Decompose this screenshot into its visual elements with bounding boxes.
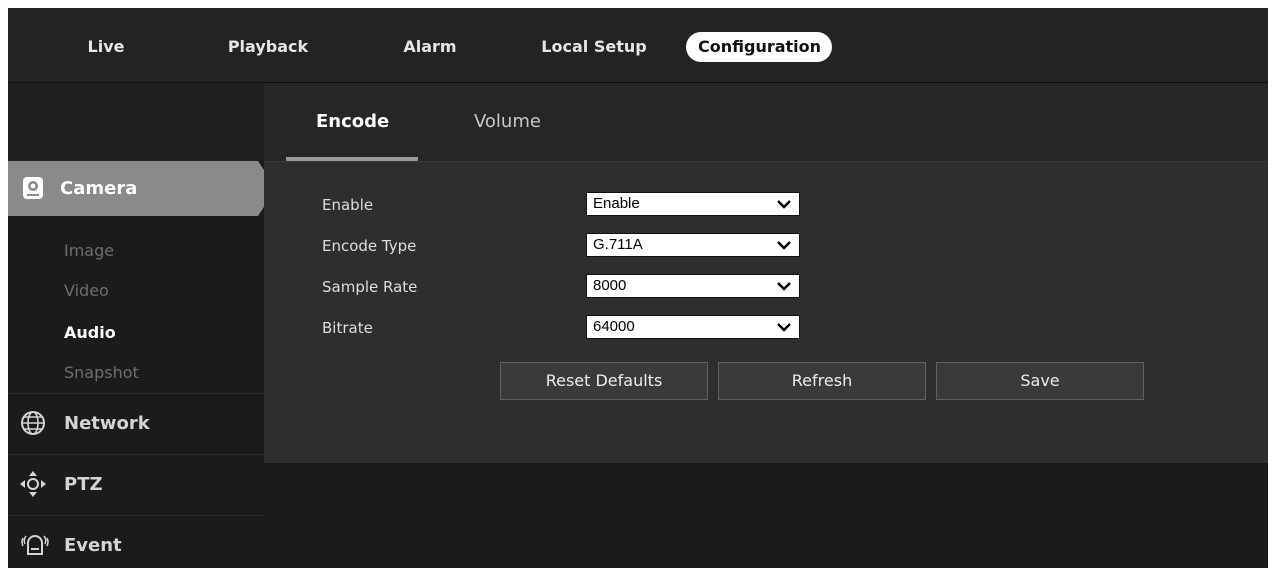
nav-playback[interactable]: Playback: [218, 32, 318, 62]
alarm-bell-icon: [21, 535, 49, 555]
bitrate-select-value: 64000: [593, 318, 635, 335]
nav-alarm[interactable]: Alarm: [390, 32, 470, 62]
chevron-down-icon: [777, 200, 791, 209]
nav-local-setup[interactable]: Local Setup: [538, 32, 650, 62]
chevron-down-icon: [777, 323, 791, 332]
sidebar-section-event-label: Event: [64, 535, 122, 556]
encode-type-select[interactable]: G.711A: [586, 233, 800, 257]
sidebar-section-ptz[interactable]: PTZ: [8, 454, 264, 515]
reset-defaults-button[interactable]: Reset Defaults: [500, 362, 708, 400]
enable-label: Enable: [322, 196, 374, 214]
sidebar-item-video[interactable]: Video: [64, 281, 109, 300]
nav-configuration[interactable]: Configuration: [686, 32, 832, 62]
app-window: Live Playback Alarm Local Setup Configur…: [8, 8, 1268, 568]
sidebar-item-image[interactable]: Image: [64, 241, 114, 260]
sidebar-section-network[interactable]: Network: [8, 393, 264, 454]
sidebar-header: [8, 83, 264, 161]
sidebar-item-audio[interactable]: Audio: [64, 323, 116, 342]
chevron-down-icon: [777, 241, 791, 250]
refresh-button[interactable]: Refresh: [718, 362, 926, 400]
tab-strip: Encode Volume: [264, 83, 1268, 162]
bitrate-label: Bitrate: [322, 319, 373, 337]
encode-type-select-value: G.711A: [593, 236, 643, 253]
sample-rate-select[interactable]: 8000: [586, 274, 800, 298]
sidebar-section-camera[interactable]: Camera: [8, 161, 264, 216]
nav-live[interactable]: Live: [78, 32, 134, 62]
content-lower-area: [264, 463, 1268, 568]
camera-icon: [23, 177, 43, 199]
save-button[interactable]: Save: [936, 362, 1144, 400]
network-globe-icon: [21, 411, 45, 435]
sidebar-section-event[interactable]: Event: [8, 515, 264, 568]
sidebar-item-snapshot[interactable]: Snapshot: [64, 363, 139, 382]
chevron-down-icon: [777, 282, 791, 291]
sample-rate-label: Sample Rate: [322, 278, 418, 296]
tab-encode[interactable]: Encode: [316, 111, 389, 132]
top-nav-bar: Live Playback Alarm Local Setup Configur…: [8, 8, 1268, 83]
sidebar: Camera Image Video Audio Snapshot Networ…: [8, 83, 264, 568]
enable-select[interactable]: Enable: [586, 192, 800, 216]
encode-type-label: Encode Type: [322, 237, 417, 255]
sidebar-section-ptz-label: PTZ: [64, 474, 103, 495]
tab-volume[interactable]: Volume: [474, 111, 541, 132]
ptz-arrows-icon: [20, 471, 46, 497]
sidebar-section-camera-label: Camera: [60, 178, 138, 199]
enable-select-value: Enable: [593, 195, 640, 212]
active-tab-indicator: [286, 157, 418, 161]
sidebar-section-network-label: Network: [64, 413, 150, 434]
bitrate-select[interactable]: 64000: [586, 315, 800, 339]
sample-rate-select-value: 8000: [593, 277, 627, 294]
content-panel: Encode Volume Enable Enable Encode Type …: [264, 83, 1268, 463]
